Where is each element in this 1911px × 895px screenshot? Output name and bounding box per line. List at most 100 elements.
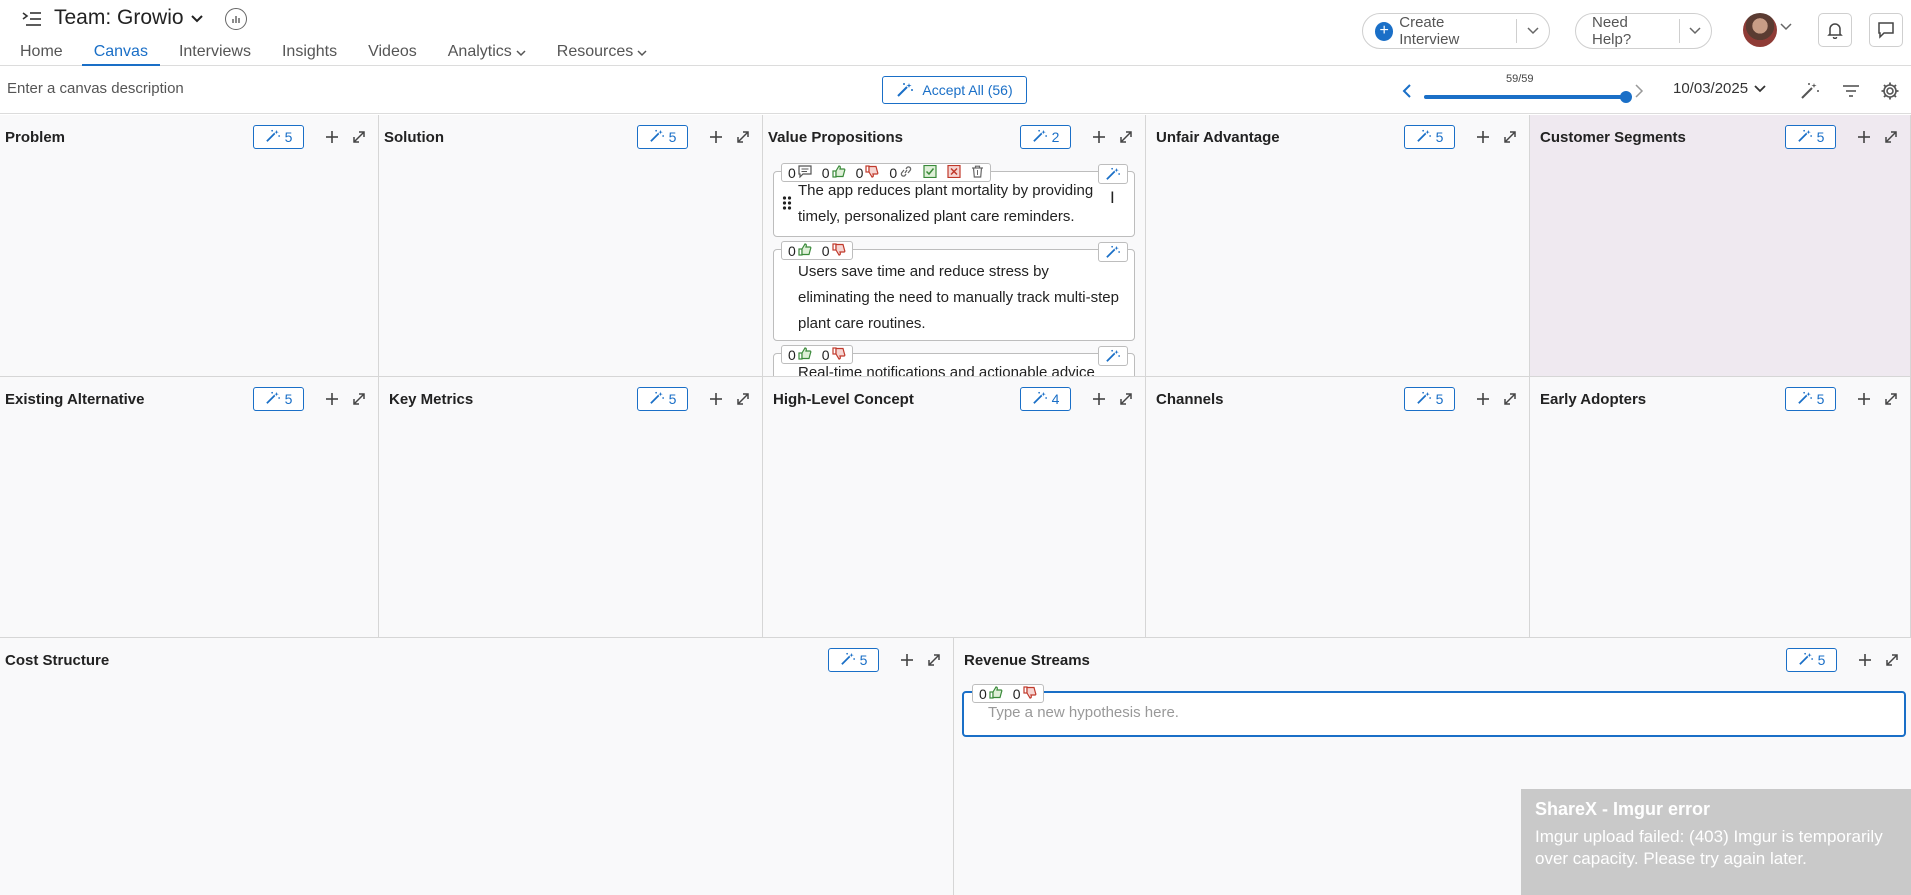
expand-icon[interactable] — [1883, 651, 1901, 669]
drag-handle-icon[interactable] — [782, 196, 792, 214]
need-help-button[interactable]: Need Help? — [1575, 13, 1712, 49]
plus-icon[interactable] — [1090, 128, 1108, 146]
chevron-right-icon[interactable] — [1634, 84, 1644, 98]
ai-suggestions-button[interactable]: 5 — [637, 125, 688, 149]
ai-suggestions-button[interactable]: 5 — [828, 648, 879, 672]
like-count[interactable]: 0 — [788, 243, 812, 259]
menu-toggle-icon[interactable] — [20, 8, 44, 30]
chevron-left-icon[interactable] — [1402, 84, 1412, 98]
plus-icon[interactable] — [1855, 390, 1873, 408]
plus-icon[interactable] — [1856, 651, 1874, 669]
date-selector[interactable]: 10/03/2025 — [1673, 80, 1766, 97]
ai-suggestions-button[interactable]: 5 — [253, 387, 304, 411]
magic-wand-icon[interactable] — [1098, 242, 1128, 262]
card-vote-bar: 0 0 0 0 — [781, 163, 992, 182]
chevron-down-icon[interactable] — [1780, 23, 1792, 31]
plus-icon[interactable] — [1474, 128, 1492, 146]
plus-icon[interactable] — [1474, 390, 1492, 408]
hypothesis-card[interactable]: 0 0 0 0 The app reduces plant mortality … — [773, 163, 1135, 237]
ai-suggestions-button[interactable]: 5 — [1785, 125, 1836, 149]
ai-suggestions-button[interactable]: 5 — [637, 387, 688, 411]
gear-icon[interactable] — [1879, 80, 1901, 102]
filter-icon[interactable] — [1840, 80, 1862, 102]
new-hypothesis-input[interactable] — [988, 704, 1868, 721]
ai-suggestions-button[interactable]: 4 — [1020, 387, 1071, 411]
expand-icon[interactable] — [350, 128, 368, 146]
expand-icon[interactable] — [1882, 390, 1900, 408]
reject-button[interactable] — [947, 164, 961, 181]
slider-thumb[interactable] — [1620, 91, 1632, 103]
like-count[interactable]: 0 — [822, 165, 846, 181]
plus-icon[interactable] — [1855, 128, 1873, 146]
delete-button[interactable] — [971, 165, 984, 181]
ai-count: 5 — [1816, 129, 1825, 145]
plus-icon[interactable] — [323, 128, 341, 146]
cell-existing-alternative: Existing Alternative 5 — [0, 377, 379, 638]
error-toast[interactable]: ShareX - Imgur error Imgur upload failed… — [1521, 789, 1911, 895]
plus-icon[interactable] — [707, 128, 725, 146]
comment-count[interactable]: 0 — [788, 165, 812, 181]
plus-icon[interactable] — [1090, 390, 1108, 408]
like-count[interactable]: 0 — [979, 686, 1003, 702]
tab-resources[interactable]: Resources — [545, 38, 659, 66]
card-vote-bar: 0 0 — [972, 684, 1044, 703]
ai-count: 5 — [1816, 391, 1825, 407]
team-selector[interactable]: Team: Growio — [54, 6, 204, 30]
create-interview-button[interactable]: + Create Interview — [1362, 13, 1550, 49]
slider-track[interactable] — [1424, 91, 1632, 103]
expand-icon[interactable] — [1117, 128, 1135, 146]
ai-count: 5 — [284, 391, 293, 407]
expand-icon[interactable] — [350, 390, 368, 408]
ai-suggestions-button[interactable]: 5 — [1404, 387, 1455, 411]
chat-icon[interactable] — [1869, 13, 1903, 47]
magic-wand-icon[interactable] — [1098, 164, 1128, 184]
new-hypothesis-editor[interactable]: 0 0 — [962, 684, 1906, 737]
magic-wand-icon[interactable] — [1098, 346, 1128, 366]
tab-insights[interactable]: Insights — [270, 38, 349, 66]
thumbs-down-icon — [831, 346, 846, 363]
tab-home[interactable]: Home — [8, 38, 75, 66]
stats-icon[interactable] — [225, 8, 247, 30]
dislike-count[interactable]: 0 — [822, 347, 846, 363]
dislike-count[interactable]: 0 — [1013, 686, 1037, 702]
create-interview-dropdown[interactable] — [1516, 19, 1549, 43]
tab-canvas[interactable]: Canvas — [81, 38, 160, 66]
expand-icon[interactable] — [1882, 128, 1900, 146]
link-count[interactable]: 0 — [889, 165, 913, 181]
expand-icon[interactable] — [925, 651, 943, 669]
expand-icon[interactable] — [1501, 128, 1519, 146]
tab-analytics[interactable]: Analytics — [436, 38, 538, 66]
ai-suggestions-button[interactable]: 5 — [1404, 125, 1455, 149]
dislike-count[interactable]: 0 — [822, 243, 846, 259]
expand-icon[interactable] — [734, 390, 752, 408]
plus-icon[interactable] — [707, 390, 725, 408]
card-vote-bar: 0 0 — [781, 241, 853, 260]
bell-icon[interactable] — [1818, 13, 1852, 47]
plus-icon[interactable] — [323, 390, 341, 408]
hypothesis-card[interactable]: 0 0 Real-time notifications and actionab… — [773, 345, 1135, 376]
accept-all-button[interactable]: Accept All (56) — [882, 76, 1027, 104]
ai-suggestions-button[interactable]: 5 — [1786, 648, 1837, 672]
tab-label: Interviews — [178, 43, 251, 60]
like-count[interactable]: 0 — [788, 347, 812, 363]
magic-wand-icon[interactable] — [1799, 80, 1821, 102]
avatar[interactable] — [1743, 13, 1777, 47]
hypothesis-card[interactable]: 0 0 Users save time and reduce stress by… — [773, 241, 1135, 343]
ai-suggestions-button[interactable]: 2 — [1020, 125, 1071, 149]
tab-interviews[interactable]: Interviews — [167, 38, 263, 66]
canvas-description-input[interactable]: Enter a canvas description — [7, 80, 184, 97]
ai-suggestions-button[interactable]: 5 — [1785, 387, 1836, 411]
accept-button[interactable] — [923, 164, 937, 181]
ai-suggestions-button[interactable]: 5 — [253, 125, 304, 149]
hypothesis-text[interactable]: Users save time and reduce stress by eli… — [774, 250, 1134, 343]
cell-actions: 5 — [1786, 648, 1901, 672]
expand-icon[interactable] — [1117, 390, 1135, 408]
tab-videos[interactable]: Videos — [356, 38, 429, 66]
expand-icon[interactable] — [734, 128, 752, 146]
chevron-down-icon — [1689, 27, 1701, 35]
plus-icon[interactable] — [898, 651, 916, 669]
dislike-count[interactable]: 0 — [856, 165, 880, 181]
need-help-dropdown[interactable] — [1678, 19, 1711, 43]
canvas-toolbar: Enter a canvas description Accept All (5… — [0, 66, 1911, 114]
expand-icon[interactable] — [1501, 390, 1519, 408]
